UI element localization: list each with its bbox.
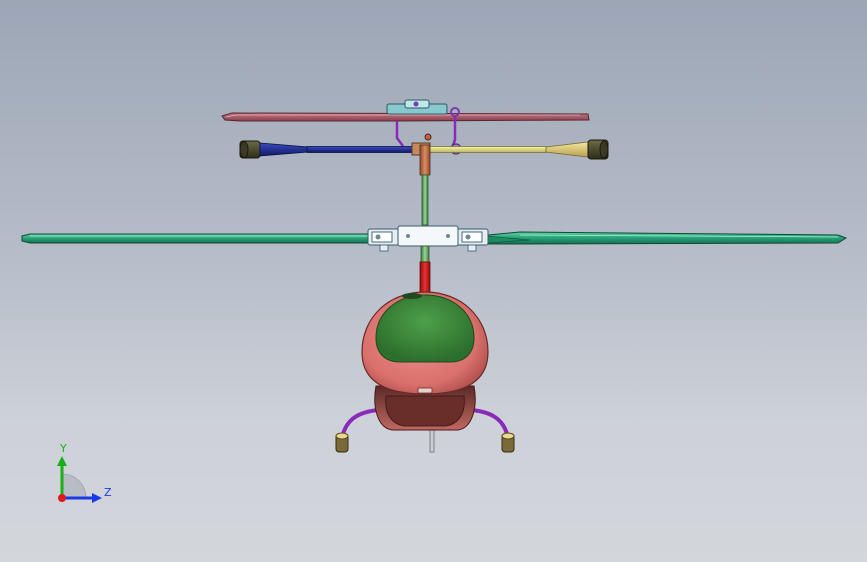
landing-skid-left[interactable] bbox=[335, 408, 379, 453]
upper-rotor-hub[interactable] bbox=[386, 99, 460, 149]
y-axis-label: Y bbox=[59, 442, 67, 455]
landing-skid-right[interactable] bbox=[471, 408, 515, 453]
fuselage-canopy[interactable] bbox=[361, 291, 489, 431]
mast-lower[interactable] bbox=[419, 245, 431, 293]
triad-origin bbox=[58, 494, 66, 502]
main-rotor-blade-left[interactable] bbox=[21, 233, 373, 244]
graphics-viewport[interactable]: Y Z bbox=[0, 0, 867, 562]
main-rotor-blade-right[interactable] bbox=[487, 231, 848, 245]
helicopter-model[interactable] bbox=[0, 0, 867, 562]
tail-rod[interactable] bbox=[429, 427, 435, 453]
orientation-triad: Y Z bbox=[57, 442, 112, 503]
rotor-mast[interactable] bbox=[419, 144, 431, 226]
z-axis-label: Z bbox=[104, 486, 112, 499]
